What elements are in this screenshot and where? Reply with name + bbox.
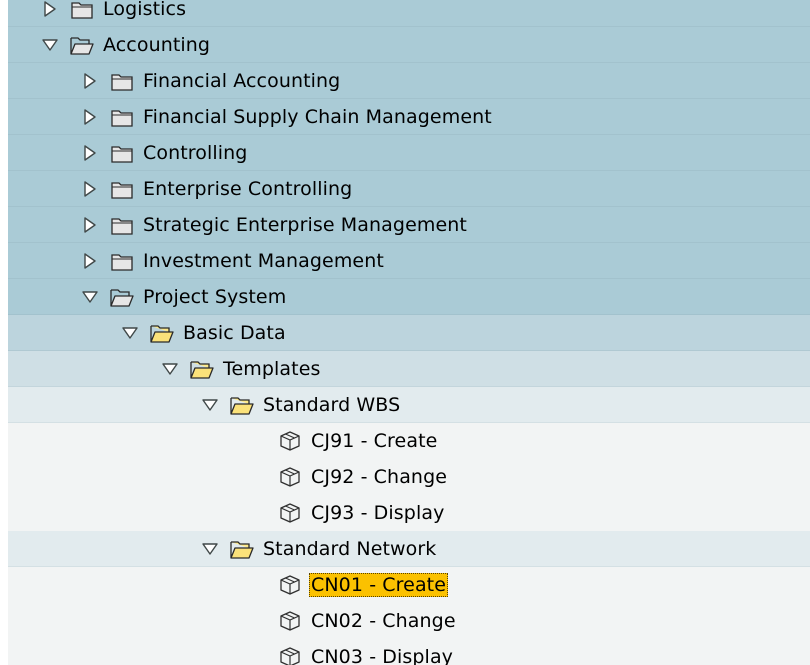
transaction-cube-icon <box>278 466 302 488</box>
folder-icon <box>110 214 134 236</box>
tree-node-label[interactable]: CN03 - Display <box>309 645 455 665</box>
transaction-cube-icon <box>278 610 302 632</box>
folder-icon <box>70 34 94 56</box>
expand-triangle-right-icon[interactable] <box>78 105 102 129</box>
tree-node-enterprise-controlling[interactable]: Enterprise Controlling <box>8 171 810 207</box>
tree-node-label[interactable]: Controlling <box>141 141 249 165</box>
expand-triangle-right-icon[interactable] <box>38 0 62 21</box>
tree-node-logistics[interactable]: Logistics <box>8 0 810 27</box>
transaction-cube-icon <box>278 430 302 452</box>
open-folder-icon <box>230 538 254 560</box>
expand-triangle-right-icon[interactable] <box>78 213 102 237</box>
folder-icon <box>110 178 134 200</box>
tree-node-strategic-enterprise-management[interactable]: Strategic Enterprise Management <box>8 207 810 243</box>
tree-node-label[interactable]: Enterprise Controlling <box>141 177 354 201</box>
tree-node-label[interactable]: Templates <box>221 357 323 381</box>
folder-icon <box>110 70 134 92</box>
expand-triangle-right-icon[interactable] <box>78 249 102 273</box>
tree-node-label[interactable]: Project System <box>141 285 288 309</box>
folder-icon <box>70 0 94 20</box>
expand-triangle-down-icon[interactable] <box>118 321 142 345</box>
transaction-cube-icon <box>278 502 302 524</box>
expand-triangle-down-icon[interactable] <box>78 285 102 309</box>
tree-node-standard-wbs[interactable]: Standard WBS <box>8 387 810 423</box>
tree-node-templates[interactable]: Templates <box>8 351 810 387</box>
tree-node-label[interactable]: Financial Accounting <box>141 69 342 93</box>
tree-node-label[interactable]: Basic Data <box>181 321 288 345</box>
folder-icon <box>110 142 134 164</box>
tree-node-label[interactable]: CJ91 - Create <box>309 429 439 453</box>
tree-node-label[interactable]: Financial Supply Chain Management <box>141 105 494 129</box>
expand-triangle-down-icon[interactable] <box>198 537 222 561</box>
expand-triangle-right-icon[interactable] <box>78 141 102 165</box>
tree-node-cn03-display[interactable]: CN03 - Display <box>8 639 810 665</box>
tree-node-cj93-display[interactable]: CJ93 - Display <box>8 495 810 531</box>
tree-node-financial-supply-chain-management[interactable]: Financial Supply Chain Management <box>8 99 810 135</box>
tree-node-standard-network[interactable]: Standard Network <box>8 531 810 567</box>
tree-node-financial-accounting[interactable]: Financial Accounting <box>8 63 810 99</box>
open-folder-icon <box>190 358 214 380</box>
tree-node-basic-data[interactable]: Basic Data <box>8 315 810 351</box>
tree-node-label[interactable]: Standard WBS <box>261 393 402 417</box>
tree-node-cj92-change[interactable]: CJ92 - Change <box>8 459 810 495</box>
tree-node-cn02-change[interactable]: CN02 - Change <box>8 603 810 639</box>
expand-triangle-down-icon[interactable] <box>198 393 222 417</box>
tree-node-label[interactable]: CJ93 - Display <box>309 501 446 525</box>
tree-node-accounting[interactable]: Accounting <box>8 27 810 63</box>
folder-icon <box>110 106 134 128</box>
expand-triangle-right-icon[interactable] <box>78 69 102 93</box>
tree-node-investment-management[interactable]: Investment Management <box>8 243 810 279</box>
expand-triangle-down-icon[interactable] <box>38 33 62 57</box>
expand-triangle-right-icon[interactable] <box>78 177 102 201</box>
tree-node-project-system[interactable]: Project System <box>8 279 810 315</box>
tree-node-label[interactable]: CN02 - Change <box>309 609 458 633</box>
folder-icon <box>110 250 134 272</box>
transaction-cube-icon <box>278 574 302 596</box>
tree-node-label[interactable]: Standard Network <box>261 537 438 561</box>
tree-node-label[interactable]: Strategic Enterprise Management <box>141 213 469 237</box>
open-folder-icon <box>150 322 174 344</box>
expand-triangle-down-icon[interactable] <box>158 357 182 381</box>
open-folder-icon <box>230 394 254 416</box>
tree-node-label[interactable]: Investment Management <box>141 249 386 273</box>
sap-menu-tree: Logistics Accounting Financial Accountin… <box>0 0 810 665</box>
folder-icon <box>110 286 134 308</box>
tree-node-label[interactable]: Logistics <box>101 0 188 21</box>
tree-node-controlling[interactable]: Controlling <box>8 135 810 171</box>
tree-node-label-selected[interactable]: CN01 - Create <box>309 573 449 597</box>
tree-node-cn01-create[interactable]: CN01 - Create <box>8 567 810 603</box>
tree-node-cj91-create[interactable]: CJ91 - Create <box>8 423 810 459</box>
tree-node-label[interactable]: Accounting <box>101 33 212 57</box>
transaction-cube-icon <box>278 646 302 665</box>
tree-node-label[interactable]: CJ92 - Change <box>309 465 449 489</box>
